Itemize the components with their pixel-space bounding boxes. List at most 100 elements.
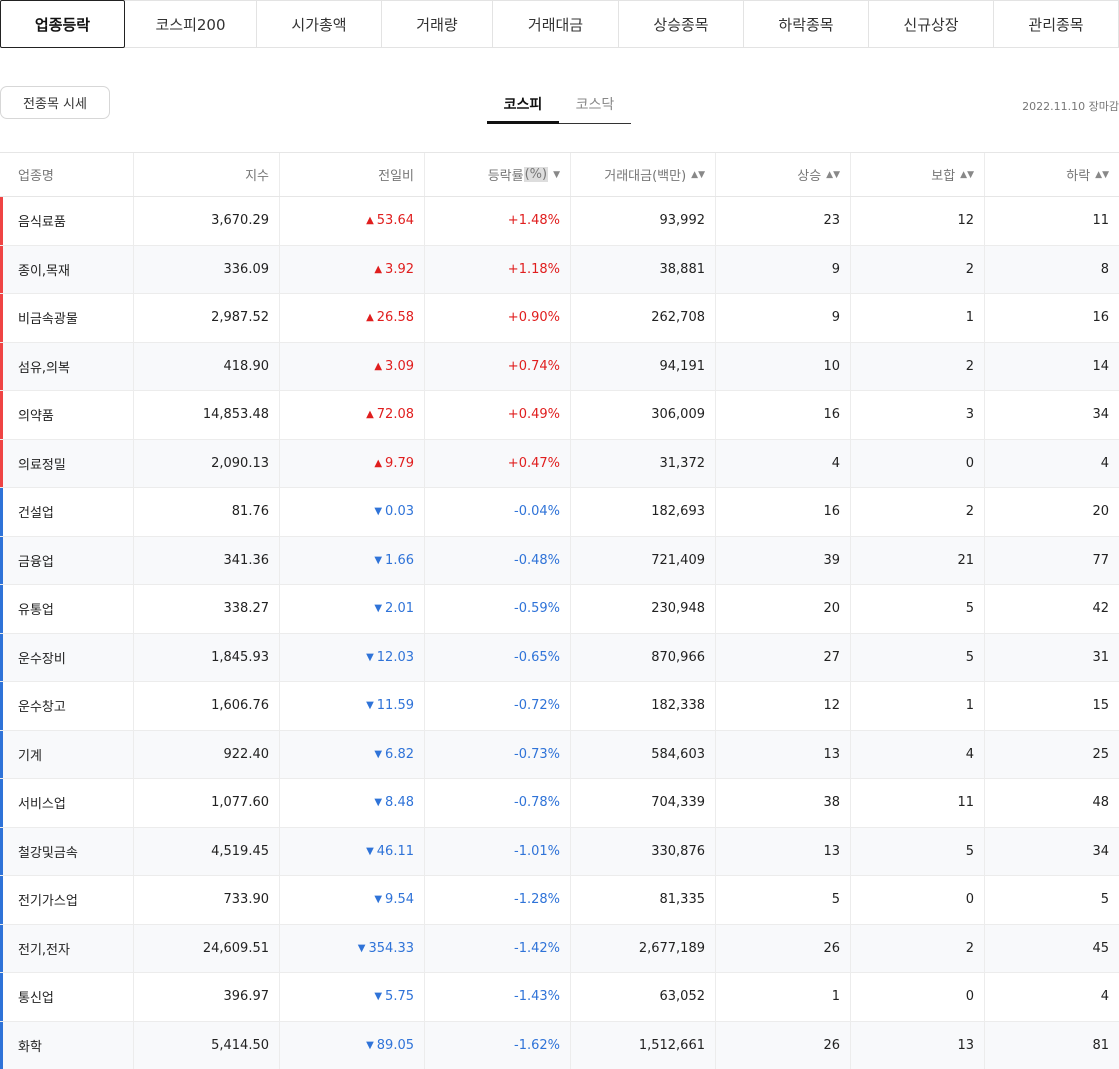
change-rate: -0.78% [425, 779, 571, 827]
change-value: 11.59 [376, 698, 414, 714]
tab-trading-value[interactable]: 거래대금 [493, 0, 619, 48]
col-header-fall[interactable]: 하락 ▲▼ [985, 153, 1119, 196]
table-row[interactable]: 섬유,의복 418.90 ▲ 3.09 +0.74% 94,191 10 2 14 [0, 342, 1119, 391]
tab-rising[interactable]: 상승종목 [619, 0, 744, 48]
table-row[interactable]: 철강및금속 4,519.45 ▼ 46.11 -1.01% 330,876 13 5 34 [0, 827, 1119, 876]
flat-count: 12 [851, 197, 985, 245]
tab-kospi[interactable]: 코스피 [487, 88, 559, 124]
sector-name[interactable]: 건설업 [0, 488, 134, 536]
sector-name[interactable]: 서비스업 [0, 779, 134, 827]
flat-count: 0 [851, 876, 985, 924]
table-row[interactable]: 의료정밀 2,090.13 ▲ 9.79 +0.47% 31,372 4 0 4 [0, 439, 1119, 488]
trading-amount: 721,409 [571, 536, 716, 584]
col-header-rise[interactable]: 상승 ▲▼ [716, 153, 851, 196]
all-stocks-button[interactable]: 전종목 시세 [0, 86, 110, 119]
sector-name[interactable]: 의약품 [0, 391, 134, 439]
tab-administrative[interactable]: 관리종목 [994, 0, 1119, 48]
table-row[interactable]: 전기,전자 24,609.51 ▼ 354.33 -1.42% 2,677,189 26 2 4… [0, 924, 1119, 973]
sector-name[interactable]: 음식료품 [0, 197, 134, 245]
fall-count: 25 [1092, 746, 1109, 762]
down-arrow-icon: ▼ [366, 700, 374, 712]
index-value: 336.09 [134, 245, 280, 293]
rise-count: 13 [716, 730, 851, 778]
sector-name[interactable]: 의료정밀 [0, 439, 134, 487]
sector-name[interactable]: 섬유,의복 [0, 342, 134, 390]
change-value: 2.01 [385, 601, 414, 617]
sector-name[interactable]: 철강및금속 [0, 827, 134, 875]
sector-name[interactable]: 전기,전자 [0, 924, 134, 972]
tab-new-listing[interactable]: 신규상장 [869, 0, 994, 48]
sector-name[interactable]: 화학 [0, 1021, 134, 1069]
table-row[interactable]: 기계 922.40 ▼ 6.82 -0.73% 584,603 13 4 25 [0, 730, 1119, 779]
market-tab-bar: 코스피 코스닥 [487, 88, 631, 124]
change-cell: ▼ 8.48 [280, 779, 425, 827]
col-header-amount-label: 거래대금(백만) [604, 169, 687, 184]
sector-name[interactable]: 유통업 [0, 585, 134, 633]
change-value: 46.11 [376, 843, 414, 859]
tab-volume[interactable]: 거래량 [382, 0, 493, 48]
up-arrow-icon: ▲ [374, 457, 383, 469]
rise-count: 9 [716, 245, 851, 293]
trading-amount: 38,881 [571, 245, 716, 293]
table-row[interactable]: 비금속광물 2,987.52 ▲ 26.58 +0.90% 262,708 9 1 16 [0, 294, 1119, 343]
col-header-name: 업종명 [0, 153, 134, 196]
sector-name[interactable]: 전기가스업 [0, 876, 134, 924]
change-value: 8.48 [385, 795, 414, 811]
table-row[interactable]: 금융업 341.36 ▼ 1.66 -0.48% 721,409 39 21 77 [0, 536, 1119, 585]
rise-count: 9 [716, 294, 851, 342]
col-header-rate[interactable]: 등락률 (%) ▼ [425, 153, 571, 196]
fall-count: 16 [1092, 310, 1109, 326]
table-row[interactable]: 운수장비 1,845.93 ▼ 12.03 -0.65% 870,966 27 5 31 [0, 633, 1119, 682]
trading-amount: 2,677,189 [571, 924, 716, 972]
change-cell: ▲ 3.92 [280, 245, 425, 293]
col-header-change: 전일비 [280, 153, 425, 196]
index-value: 4,519.45 [134, 827, 280, 875]
tab-kosdaq[interactable]: 코스닥 [559, 88, 631, 123]
fall-count: 4 [1100, 989, 1109, 1005]
table-row[interactable]: 종이,목재 336.09 ▲ 3.92 +1.18% 38,881 9 2 8 [0, 245, 1119, 294]
col-header-flat[interactable]: 보합 ▲▼ [851, 153, 985, 196]
flat-count: 13 [851, 1021, 985, 1069]
table-row[interactable]: 화학 5,414.50 ▼ 89.05 -1.62% 1,512,661 26 13 81 [0, 1021, 1119, 1069]
change-value: 0.03 [385, 504, 414, 520]
rise-count: 5 [716, 876, 851, 924]
fall-count: 81 [1092, 1037, 1109, 1053]
tab-market-cap[interactable]: 시가총액 [257, 0, 382, 48]
sector-name[interactable]: 운수창고 [0, 682, 134, 730]
up-arrow-icon: ▲ [366, 409, 374, 421]
up-arrow-icon: ▲ [374, 360, 383, 372]
table-row[interactable]: 전기가스업 733.90 ▼ 9.54 -1.28% 81,335 5 0 5 [0, 876, 1119, 925]
sector-name[interactable]: 통신업 [0, 973, 134, 1021]
rise-count: 26 [716, 924, 851, 972]
col-header-index: 지수 [134, 153, 280, 196]
flat-count: 2 [851, 488, 985, 536]
flat-count: 2 [851, 245, 985, 293]
index-value: 418.90 [134, 342, 280, 390]
col-header-amount[interactable]: 거래대금(백만) ▲▼ [571, 153, 716, 196]
change-cell: ▼ 9.54 [280, 876, 425, 924]
table-row[interactable]: 건설업 81.76 ▼ 0.03 -0.04% 182,693 16 2 20 [0, 488, 1119, 537]
sector-name[interactable]: 비금속광물 [0, 294, 134, 342]
change-rate: -1.28% [425, 876, 571, 924]
tab-sector[interactable]: 업종등락 [0, 0, 125, 48]
table-row[interactable]: 운수창고 1,606.76 ▼ 11.59 -0.72% 182,338 12 1 15 [0, 682, 1119, 731]
sector-name[interactable]: 종이,목재 [0, 245, 134, 293]
table-row[interactable]: 음식료품 3,670.29 ▲ 53.64 +1.48% 93,992 23 12 11 [0, 197, 1119, 246]
sector-name[interactable]: 금융업 [0, 536, 134, 584]
up-arrow-icon: ▲ [366, 215, 374, 227]
tab-kospi200[interactable]: 코스피200 [125, 0, 257, 48]
table-row[interactable]: 통신업 396.97 ▼ 5.75 -1.43% 63,052 1 0 4 [0, 973, 1119, 1022]
rise-count: 23 [716, 197, 851, 245]
tab-falling[interactable]: 하락종목 [744, 0, 869, 48]
table-row[interactable]: 서비스업 1,077.60 ▼ 8.48 -0.78% 704,339 38 11 48 [0, 779, 1119, 828]
sort-desc-icon: ▼ [553, 169, 560, 180]
sector-name[interactable]: 운수장비 [0, 633, 134, 681]
table-row[interactable]: 의약품 14,853.48 ▲ 72.08 +0.49% 306,009 16 3 34 [0, 391, 1119, 440]
sector-name[interactable]: 기계 [0, 730, 134, 778]
change-rate: -0.72% [425, 682, 571, 730]
change-rate: +0.47% [425, 439, 571, 487]
table-row[interactable]: 유통업 338.27 ▼ 2.01 -0.59% 230,948 20 5 42 [0, 585, 1119, 634]
change-value: 3.09 [385, 358, 414, 374]
flat-count: 1 [851, 682, 985, 730]
flat-count: 1 [851, 294, 985, 342]
